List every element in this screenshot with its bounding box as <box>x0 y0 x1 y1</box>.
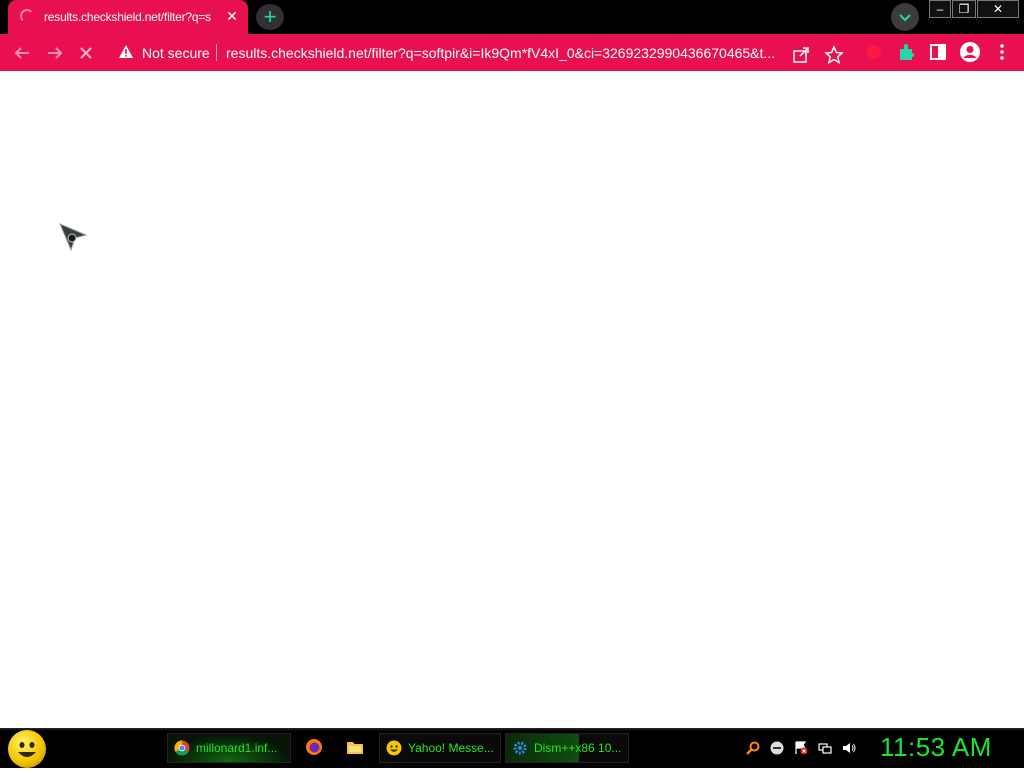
tab-strip: results.checkshield.net/filter?q=s ✕ + –… <box>0 0 1024 34</box>
taskbar: millonard1.inf... Yahoo! Messe... Dism++… <box>0 728 1024 768</box>
start-button[interactable] <box>8 730 46 768</box>
minimize-button[interactable]: – <box>929 0 951 18</box>
address-bar[interactable]: Not secure results.checkshield.net/filte… <box>110 37 850 68</box>
star-icon <box>824 45 844 64</box>
search-icon[interactable] <box>746 741 760 755</box>
stop-loading-button[interactable] <box>74 41 98 65</box>
volume-icon[interactable] <box>842 741 856 755</box>
close-window-button[interactable]: ✕ <box>977 0 1019 18</box>
share-button[interactable] <box>790 44 812 66</box>
back-button[interactable] <box>10 41 34 65</box>
taskbar-button-label: Dism++x86 10... <box>534 741 622 755</box>
stop-icon <box>80 47 92 59</box>
arrow-left-icon <box>14 47 29 59</box>
side-panel-button[interactable] <box>927 41 949 63</box>
extension-button[interactable] <box>863 41 885 63</box>
chevron-down-icon <box>899 14 911 22</box>
smiley-icon <box>18 742 36 757</box>
taskbar-button-label: millonard1.inf... <box>196 741 278 755</box>
taskbar-button-yahoo-messenger[interactable]: Yahoo! Messe... <box>379 733 501 763</box>
network-icon[interactable] <box>818 741 832 755</box>
extensions-menu-button[interactable] <box>895 41 917 63</box>
new-tab-button[interactable]: + <box>256 4 284 30</box>
security-status-label[interactable]: Not secure <box>142 45 210 61</box>
puzzle-icon <box>900 44 914 60</box>
taskbar-button-chrome[interactable]: millonard1.inf... <box>167 733 291 763</box>
side-panel-icon <box>930 44 946 60</box>
minus-circle-icon[interactable] <box>770 741 784 755</box>
browser-menu-button[interactable] <box>991 41 1013 63</box>
restore-button[interactable]: ❐ <box>952 0 976 18</box>
taskbar-clock[interactable]: 11:53 AM <box>880 732 992 763</box>
tab-close-icon[interactable]: ✕ <box>224 8 240 24</box>
arrow-right-icon <box>48 47 63 59</box>
extension-icon <box>867 45 881 59</box>
bookmark-button[interactable] <box>823 44 845 66</box>
firefox-icon[interactable] <box>305 738 323 756</box>
share-icon <box>793 47 809 63</box>
gear-icon <box>513 741 527 755</box>
action-center-flag-icon[interactable] <box>794 741 808 755</box>
tab-title: results.checkshield.net/filter?q=s <box>44 10 211 24</box>
tab-search-button[interactable] <box>891 3 919 31</box>
taskbar-button-dism[interactable]: Dism++x86 10... <box>505 733 629 763</box>
profile-button[interactable] <box>959 41 981 63</box>
loading-spinner-icon <box>20 9 34 23</box>
browser-toolbar: Not secure results.checkshield.net/filte… <box>0 34 1024 71</box>
browser-tab[interactable]: results.checkshield.net/filter?q=s ✕ <box>8 0 248 34</box>
address-separator <box>216 44 217 61</box>
taskbar-button-label: Yahoo! Messe... <box>408 741 494 755</box>
warning-icon[interactable] <box>118 44 134 60</box>
folder-icon[interactable] <box>346 738 364 756</box>
chrome-icon <box>174 740 190 756</box>
kebab-menu-icon <box>1000 44 1004 60</box>
yahoo-messenger-icon <box>386 740 402 756</box>
forward-button[interactable] <box>43 41 67 65</box>
avatar-icon <box>960 42 980 62</box>
page-content <box>0 71 1024 728</box>
mouse-cursor-icon <box>59 223 88 252</box>
url-text[interactable]: results.checkshield.net/filter?q=softpir… <box>226 45 778 61</box>
